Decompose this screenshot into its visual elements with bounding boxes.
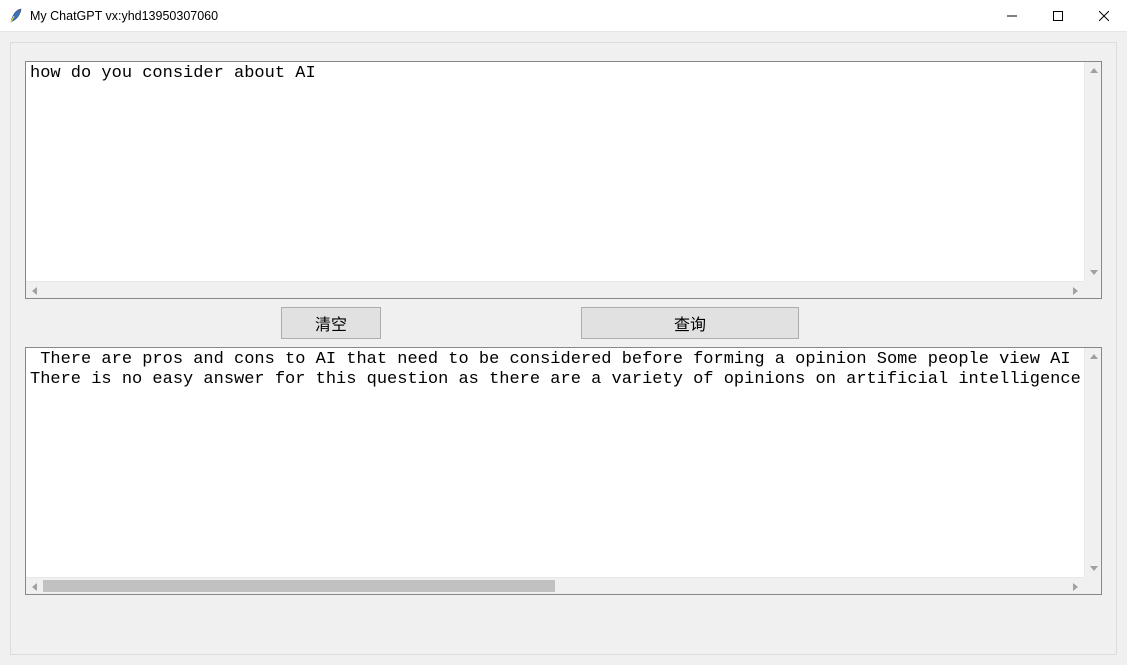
scroll-track[interactable] (43, 282, 1067, 298)
scroll-right-icon[interactable] (1067, 282, 1084, 299)
minimize-button[interactable] (989, 0, 1035, 31)
output-text-container: There are pros and cons to AI that need … (25, 347, 1102, 595)
scroll-track[interactable] (1085, 365, 1101, 560)
close-button[interactable] (1081, 0, 1127, 31)
scroll-track[interactable] (1085, 79, 1101, 264)
scroll-up-icon[interactable] (1085, 62, 1102, 79)
input-text-container: how do you consider about AI (25, 61, 1102, 299)
scroll-track[interactable] (43, 578, 1067, 594)
scroll-left-icon[interactable] (26, 282, 43, 299)
client-area: how do you consider about AI (0, 32, 1127, 665)
window-titlebar: My ChatGPT vx:yhd13950307060 (0, 0, 1127, 32)
tk-feather-icon (8, 8, 24, 24)
scroll-down-icon[interactable] (1085, 560, 1102, 577)
query-button[interactable]: 查询 (581, 307, 799, 339)
scroll-corner (1084, 281, 1101, 298)
input-horizontal-scrollbar[interactable] (26, 281, 1084, 298)
output-horizontal-scrollbar[interactable] (26, 577, 1084, 594)
scroll-up-icon[interactable] (1085, 348, 1102, 365)
output-textarea[interactable]: There are pros and cons to AI that need … (26, 348, 1084, 577)
maximize-button[interactable] (1035, 0, 1081, 31)
scroll-thumb[interactable] (43, 580, 555, 592)
scroll-left-icon[interactable] (26, 578, 43, 595)
clear-button[interactable]: 清空 (281, 307, 381, 339)
window-title: My ChatGPT vx:yhd13950307060 (30, 9, 218, 23)
window-controls (989, 0, 1127, 31)
input-vertical-scrollbar[interactable] (1084, 62, 1101, 281)
scroll-corner (1084, 577, 1101, 594)
main-frame: how do you consider about AI (10, 42, 1117, 655)
input-textarea[interactable]: how do you consider about AI (26, 62, 1084, 281)
scroll-down-icon[interactable] (1085, 264, 1102, 281)
output-vertical-scrollbar[interactable] (1084, 348, 1101, 577)
scroll-right-icon[interactable] (1067, 578, 1084, 595)
button-row: 清空 查询 (25, 305, 1102, 341)
